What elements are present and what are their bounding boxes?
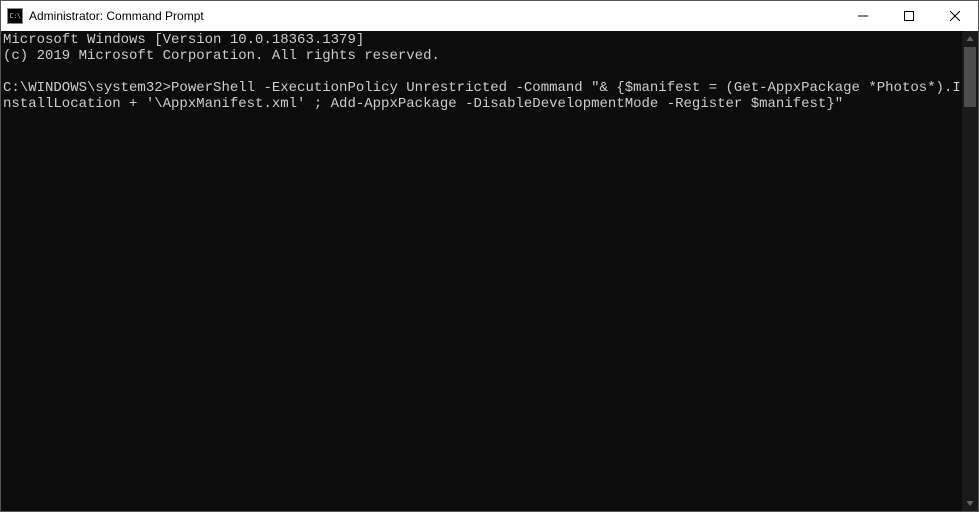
- terminal-output[interactable]: Microsoft Windows [Version 10.0.18363.13…: [1, 31, 962, 511]
- copyright-line: (c) 2019 Microsoft Corporation. All righ…: [3, 48, 440, 64]
- minimize-button[interactable]: [840, 1, 886, 31]
- window-controls: [840, 1, 978, 31]
- terminal-area: Microsoft Windows [Version 10.0.18363.13…: [1, 31, 978, 511]
- prompt-path: C:\WINDOWS\system32>: [3, 80, 171, 96]
- vertical-scrollbar[interactable]: [962, 31, 978, 511]
- app-icon-text: C:\: [9, 13, 20, 20]
- command-prompt-window: C:\ Administrator: Command Prompt Micros…: [0, 0, 979, 512]
- scrollbar-down-button[interactable]: [962, 495, 978, 511]
- titlebar[interactable]: C:\ Administrator: Command Prompt: [1, 1, 978, 31]
- close-icon: [950, 11, 960, 21]
- scrollbar-up-button[interactable]: [962, 31, 978, 47]
- scrollbar-thumb[interactable]: [964, 47, 976, 107]
- window-title: Administrator: Command Prompt: [29, 9, 840, 23]
- app-icon: C:\: [7, 8, 23, 24]
- maximize-button[interactable]: [886, 1, 932, 31]
- chevron-down-icon: [966, 499, 974, 507]
- chevron-up-icon: [966, 35, 974, 43]
- maximize-icon: [904, 11, 914, 21]
- version-line: Microsoft Windows [Version 10.0.18363.13…: [3, 32, 364, 48]
- minimize-icon: [858, 11, 868, 21]
- close-button[interactable]: [932, 1, 978, 31]
